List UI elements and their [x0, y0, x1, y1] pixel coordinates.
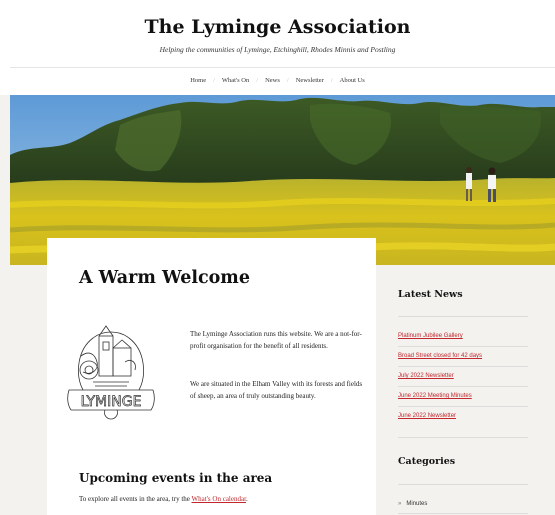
category-divider — [398, 513, 528, 514]
nav-separator: / — [213, 77, 215, 84]
events-intro-end: . — [246, 495, 248, 503]
news-item[interactable]: Platinum Jubilee Gallery — [398, 333, 463, 339]
header-divider — [10, 67, 555, 68]
nav-whats-on[interactable]: What's On — [222, 77, 249, 84]
sidebar-divider — [398, 437, 528, 438]
news-item[interactable]: Broad Street closed for 42 days — [398, 353, 482, 359]
whats-on-calendar-link[interactable]: What's On calendar — [192, 495, 247, 503]
nav-news[interactable]: News — [265, 77, 280, 84]
news-item[interactable]: June 2022 Newsletter — [398, 413, 456, 419]
sidebar-divider — [398, 484, 528, 485]
main-nav: Home / What's On / News / Newsletter / About Us — [0, 77, 555, 84]
category-item-minutes[interactable]: » Minutes — [398, 501, 427, 507]
nav-separator: / — [256, 77, 259, 84]
news-item[interactable]: June 2022 Meeting Minutes — [398, 393, 472, 399]
news-divider — [398, 386, 528, 387]
news-divider — [398, 346, 528, 347]
chevron-right-icon: » — [398, 501, 402, 507]
events-intro-text: To explore all events in the area, try t… — [79, 495, 248, 503]
intro-paragraph: The Lyminge Association runs this websit… — [190, 330, 362, 350]
location-paragraph: We are situated in the Elham Valley with… — [190, 380, 363, 400]
nav-home[interactable]: Home — [190, 77, 206, 84]
site-header: The Lyminge Association Helping the comm… — [0, 0, 555, 95]
news-item[interactable]: July 2022 Newsletter — [398, 373, 454, 379]
nav-separator: / — [286, 77, 289, 84]
news-divider — [398, 366, 528, 367]
logo-text: LYMINGE — [81, 394, 142, 410]
sidebar-divider — [398, 316, 528, 317]
page-title: A Warm Welcome — [79, 268, 250, 288]
site-tagline: Helping the communities of Lyminge, Etch… — [159, 45, 396, 54]
latest-news-heading: Latest News — [398, 289, 463, 300]
news-divider — [398, 406, 528, 407]
events-heading: Upcoming events in the area — [79, 471, 273, 485]
nav-about-us[interactable]: About Us — [340, 77, 365, 84]
main-content-card: A Warm Welcome LYMINGE The Lyminge Assoc… — [47, 238, 376, 515]
nav-newsletter[interactable]: Newsletter — [296, 77, 324, 84]
events-intro: To explore all events in the area, try t… — [79, 495, 192, 503]
category-label[interactable]: Minutes — [406, 501, 427, 507]
lyminge-crest-logo: LYMINGE — [67, 325, 155, 420]
nav-separator: / — [330, 77, 333, 84]
categories-heading: Categories — [398, 456, 456, 467]
site-title[interactable]: The Lyminge Association — [0, 16, 555, 38]
